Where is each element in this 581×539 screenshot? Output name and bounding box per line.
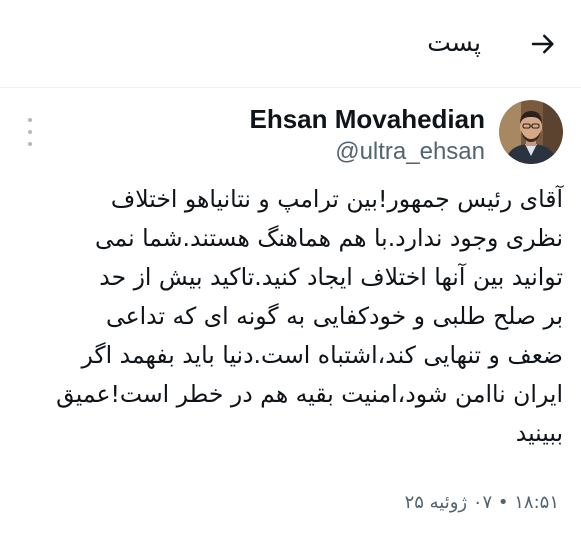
author-name[interactable]: Ehsan Movahedian: [250, 104, 486, 135]
top-bar: پست: [0, 0, 581, 88]
arrow-right-icon: [531, 34, 554, 54]
tweet-text: آقای رئیس جمهور!بین ترامپ و نتانیاهو اخت…: [56, 185, 563, 447]
avatar[interactable]: [499, 100, 563, 164]
back-button[interactable]: [523, 24, 563, 64]
more-options-icon[interactable]: [22, 118, 38, 146]
tweet-timestamp[interactable]: ۱۸:۵۱ • ۰۷ ژوئیه ۲۵: [405, 492, 559, 513]
avatar-photo: [499, 100, 563, 164]
page-title: پست: [427, 28, 481, 57]
author-handle[interactable]: @ultra_ehsan: [335, 138, 485, 166]
